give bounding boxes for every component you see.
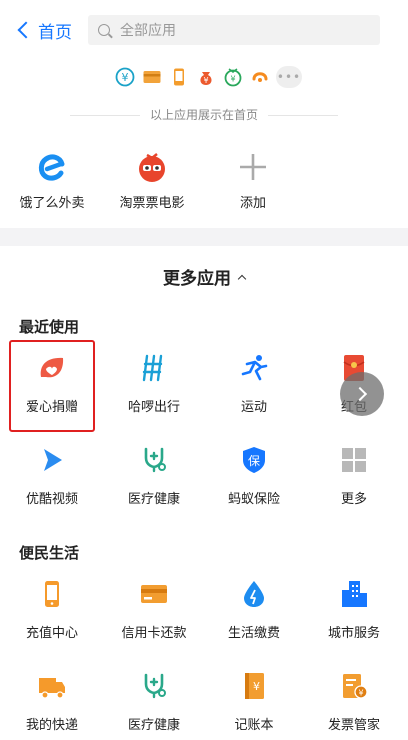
app-item-label: 优酷视频 xyxy=(25,492,78,507)
app-item-medical-2[interactable]: 医疗健康 xyxy=(103,670,205,733)
home-app-label: 淘票票电影 xyxy=(119,196,185,211)
search-input[interactable]: 全部应用 xyxy=(88,15,380,45)
section-divider xyxy=(0,228,408,246)
app-item-more[interactable]: 更多 xyxy=(303,444,405,507)
app-item-label: 哈啰出行 xyxy=(127,400,180,415)
phone-icon xyxy=(36,578,68,610)
home-app-add[interactable]: 添加 xyxy=(203,150,303,211)
app-item-label: 我的快递 xyxy=(25,718,78,733)
pinned-caption-text: 以上应用展示在首页 xyxy=(149,108,258,122)
app-item-label: 运动 xyxy=(240,400,267,415)
section-title-recent: 最近使用 xyxy=(19,318,80,336)
back-label: 首页 xyxy=(38,22,72,43)
svg-text:¥: ¥ xyxy=(203,76,208,85)
app-item-label: 生活缴费 xyxy=(227,626,280,641)
svg-text:¥: ¥ xyxy=(358,689,363,698)
eleme-icon xyxy=(35,150,69,184)
city-buildings-icon xyxy=(338,578,370,610)
header: 首页 全部应用 xyxy=(0,0,408,60)
credit-card-icon xyxy=(138,578,170,610)
home-app-label: 饿了么外卖 xyxy=(19,196,85,211)
taopiaopiao-icon xyxy=(135,150,169,184)
svg-text:¥: ¥ xyxy=(253,680,260,693)
didi-icon[interactable] xyxy=(249,66,271,88)
app-item-insurance[interactable]: 保 蚂蚁保险 xyxy=(203,444,305,507)
chevron-up-icon xyxy=(237,274,247,284)
water-drop-icon xyxy=(238,578,270,610)
app-item-express[interactable]: 我的快递 xyxy=(1,670,103,733)
pinned-apps-strip: ¥ ¥ ¥ ••• xyxy=(114,66,302,92)
divider-line xyxy=(69,115,140,116)
card-icon[interactable] xyxy=(141,66,163,88)
app-item-city-services[interactable]: 城市服务 xyxy=(303,578,405,641)
delivery-truck-icon xyxy=(36,670,68,702)
svg-text:¥: ¥ xyxy=(122,71,129,84)
medical-icon xyxy=(138,670,170,702)
home-app-taopiaopiao[interactable]: 淘票票电影 xyxy=(102,150,202,211)
ledger-icon: ¥ xyxy=(238,670,270,702)
divider-line xyxy=(268,115,338,116)
app-item-sports[interactable]: 运动 xyxy=(203,352,305,415)
more-apps-toggle[interactable]: 更多应用 xyxy=(0,264,408,289)
app-item-invoice[interactable]: ¥ 发票管家 xyxy=(303,670,405,733)
chevron-right-icon xyxy=(352,386,368,402)
grid-icon xyxy=(338,444,370,476)
selection-highlight xyxy=(9,340,95,432)
pinned-caption: 以上应用展示在首页 xyxy=(0,106,408,123)
invoice-icon: ¥ xyxy=(338,670,370,702)
app-item-label: 发票管家 xyxy=(327,718,380,733)
chevron-left-icon xyxy=(17,21,35,39)
insurance-shield-icon: 保 xyxy=(238,444,270,476)
more-pinned-button[interactable]: ••• xyxy=(276,66,302,88)
home-app-label: 添加 xyxy=(239,196,266,211)
app-item-utilities[interactable]: 生活缴费 xyxy=(203,578,305,641)
app-item-label: 蚂蚁保险 xyxy=(227,492,280,507)
app-item-label: 信用卡还款 xyxy=(121,626,187,641)
next-button[interactable] xyxy=(340,372,384,416)
app-item-label: 充值中心 xyxy=(25,626,78,641)
hellobike-icon xyxy=(138,352,170,384)
fortune-icon[interactable]: ¥ xyxy=(222,66,244,88)
search-placeholder: 全部应用 xyxy=(120,23,176,39)
app-item-label: 城市服务 xyxy=(327,626,380,641)
app-item-youku[interactable]: 优酷视频 xyxy=(1,444,103,507)
yuebao-icon[interactable]: ¥ xyxy=(114,66,136,88)
svg-text:保: 保 xyxy=(248,454,260,468)
money-bag-icon[interactable]: ¥ xyxy=(195,66,217,88)
app-item-medical[interactable]: 医疗健康 xyxy=(103,444,205,507)
youku-icon xyxy=(36,444,68,476)
search-icon xyxy=(98,24,110,36)
app-item-ledger[interactable]: ¥ 记账本 xyxy=(203,670,305,733)
svg-text:¥: ¥ xyxy=(230,75,235,84)
app-item-recharge[interactable]: 充值中心 xyxy=(1,578,103,641)
app-item-hellobike[interactable]: 哈啰出行 xyxy=(103,352,205,415)
back-button[interactable]: 首页 xyxy=(16,16,72,44)
phone-icon[interactable] xyxy=(168,66,190,88)
running-icon xyxy=(238,352,270,384)
home-app-eleme[interactable]: 饿了么外卖 xyxy=(2,150,102,211)
more-apps-title: 更多应用 xyxy=(163,269,231,289)
section-title-convenience: 便民生活 xyxy=(19,544,80,562)
app-item-credit-card[interactable]: 信用卡还款 xyxy=(103,578,205,641)
home-apps-row: 饿了么外卖 淘票票电影 添加 xyxy=(0,150,408,220)
app-item-label: 医疗健康 xyxy=(127,492,180,507)
app-item-label: 记账本 xyxy=(234,718,274,733)
medical-icon xyxy=(138,444,170,476)
plus-icon xyxy=(236,150,270,184)
app-item-label: 医疗健康 xyxy=(127,718,180,733)
app-item-label: 更多 xyxy=(340,492,367,507)
